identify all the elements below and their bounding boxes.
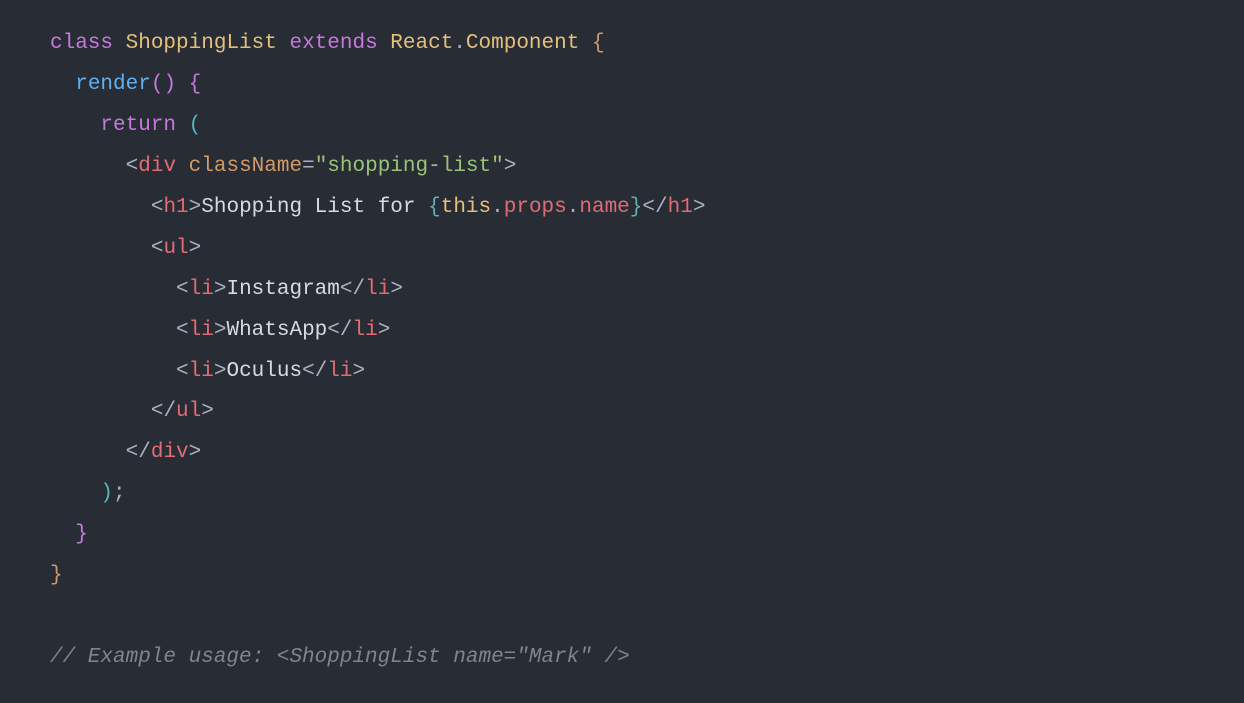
tag-li-close: li (365, 278, 390, 301)
angle-close: > (201, 400, 214, 423)
angle-open: < (126, 155, 139, 178)
angle-close: > (189, 237, 202, 260)
jsx-brace-open: { (428, 196, 441, 219)
dot: . (453, 32, 466, 55)
angle-close: > (693, 196, 706, 219)
paren-open: ( (189, 114, 202, 137)
slash: / (315, 360, 328, 383)
classname-value: shopping-list (327, 155, 491, 178)
brace-open: { (189, 73, 202, 96)
slash: / (138, 441, 151, 464)
angle-close: > (378, 319, 391, 342)
dot: . (567, 196, 580, 219)
kw-this: this (441, 196, 491, 219)
angle-open: < (176, 278, 189, 301)
tag-ul: ul (163, 237, 188, 260)
angle-close: > (214, 319, 227, 342)
brace-open: { (592, 32, 605, 55)
li-text-3: Oculus (226, 360, 302, 383)
tag-div: div (138, 155, 176, 178)
eq: = (302, 155, 315, 178)
li-text-2: WhatsApp (226, 319, 327, 342)
angle-open: < (151, 400, 164, 423)
tag-h1: h1 (163, 196, 188, 219)
react-ident: React (390, 32, 453, 55)
tag-li-close: li (327, 360, 352, 383)
quote: " (491, 155, 504, 178)
brace-close: } (50, 564, 63, 587)
tag-h1-close: h1 (668, 196, 693, 219)
h1-text: Shopping List for (201, 196, 428, 219)
semicolon: ; (113, 482, 126, 505)
angle-open: < (327, 319, 340, 342)
angle-close: > (189, 196, 202, 219)
tag-li: li (189, 360, 214, 383)
brace-close: } (75, 523, 88, 546)
angle-open: < (151, 237, 164, 260)
tag-li: li (189, 278, 214, 301)
angle-open: < (176, 319, 189, 342)
class-name: ShoppingList (126, 32, 277, 55)
jsx-brace-close: } (630, 196, 643, 219)
parens: () (151, 73, 176, 96)
comment-line: // Example usage: <ShoppingList name="Ma… (50, 646, 630, 669)
slash: / (353, 278, 366, 301)
slash: / (655, 196, 668, 219)
tag-div-close: div (151, 441, 189, 464)
method-render: render (75, 73, 151, 96)
tag-li: li (189, 319, 214, 342)
angle-open: < (151, 196, 164, 219)
angle-close: > (353, 360, 366, 383)
angle-open: < (642, 196, 655, 219)
angle-close: > (189, 441, 202, 464)
keyword-class: class (50, 32, 113, 55)
component-ident: Component (466, 32, 579, 55)
angle-close: > (390, 278, 403, 301)
paren-close: ) (100, 482, 113, 505)
angle-open: < (340, 278, 353, 301)
props: props (504, 196, 567, 219)
code-editor[interactable]: class ShoppingList extends React.Compone… (0, 0, 1244, 703)
angle-close: > (214, 278, 227, 301)
keyword-return: return (100, 114, 176, 137)
keyword-extends: extends (289, 32, 377, 55)
attr-classname: className (189, 155, 302, 178)
angle-open: < (176, 360, 189, 383)
slash: / (163, 400, 176, 423)
name-prop: name (579, 196, 629, 219)
angle-close: > (504, 155, 517, 178)
angle-open: < (302, 360, 315, 383)
li-text-1: Instagram (226, 278, 339, 301)
tag-ul-close: ul (176, 400, 201, 423)
slash: / (340, 319, 353, 342)
tag-li-close: li (353, 319, 378, 342)
angle-open: < (126, 441, 139, 464)
angle-close: > (214, 360, 227, 383)
quote: " (315, 155, 328, 178)
dot: . (491, 196, 504, 219)
